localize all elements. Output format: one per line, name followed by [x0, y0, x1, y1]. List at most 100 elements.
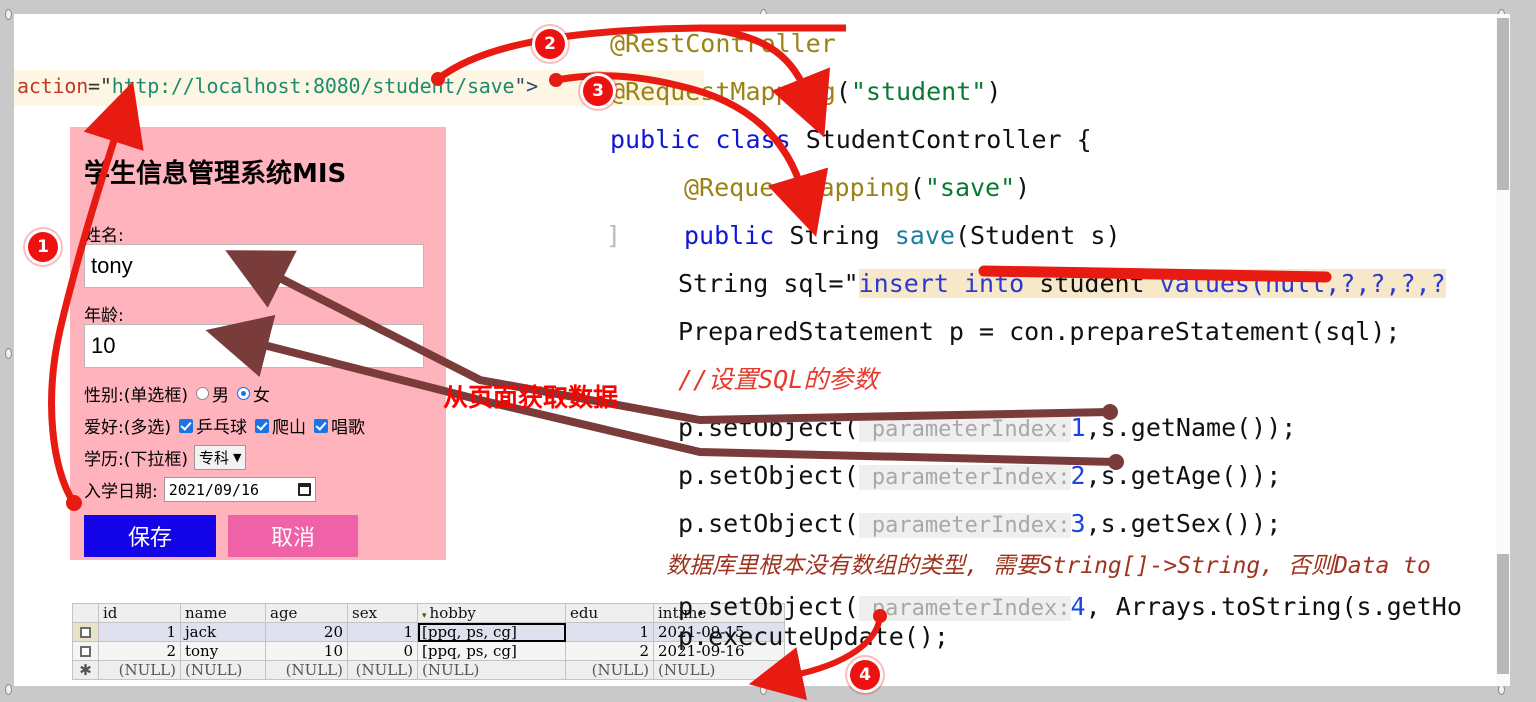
annotation-requestmapping: @RequestMapping — [610, 77, 836, 106]
action-attr-tail: "> — [514, 74, 539, 98]
sex-male-label: 男 — [212, 386, 229, 406]
mapping-path-save: "save" — [924, 173, 1016, 202]
keyword-public: public — [610, 125, 701, 154]
param-index-value: 2 — [1070, 461, 1086, 490]
row-marker[interactable] — [72, 641, 99, 661]
param-hint-parameterindex: parameterIndex: — [858, 465, 1071, 490]
code-comment-set-sql-params: //设置SQL的参数 — [678, 365, 879, 394]
arg-arrays-tostring: , Arrays.toString(s.getHo — [1085, 592, 1462, 621]
enroll-date-value: 2021/09/16 — [168, 480, 260, 499]
method-args: (Student s) — [954, 221, 1121, 250]
col-header-sex[interactable]: sex — [347, 603, 418, 623]
row-marker[interactable] — [72, 622, 99, 642]
action-url-value: http://localhost:8080/student/save — [111, 74, 515, 98]
cancel-button[interactable]: 取消 — [228, 515, 358, 557]
code-line-requestmapping-save: @RequestMapping("save") — [684, 164, 1030, 212]
date-label: 入学日期: — [84, 482, 158, 502]
sort-caret-icon: ▾ — [422, 611, 427, 621]
cell-id[interactable]: 2 — [98, 641, 181, 661]
paren-close: ) — [1015, 173, 1031, 202]
resize-handle-top-left[interactable] — [5, 9, 12, 20]
annotation-restcontroller: @RestController — [610, 29, 836, 58]
sql-table-student: student — [1024, 269, 1160, 298]
resize-handle-middle-left[interactable] — [5, 348, 12, 359]
checkbox-climbing[interactable] — [255, 418, 269, 433]
cell-id[interactable]: 1 — [98, 622, 181, 642]
radio-male[interactable] — [196, 387, 209, 400]
editor-vertical-scrollbar[interactable] — [1496, 14, 1510, 686]
col-header-rowmarker[interactable] — [72, 603, 99, 623]
col-header-age[interactable]: age — [265, 603, 348, 623]
cell-sex[interactable]: (NULL) — [347, 660, 418, 680]
param-index-value: 4 — [1070, 592, 1086, 621]
scrollbar-thumb-lower[interactable] — [1497, 554, 1509, 674]
selection-frame-bottom — [0, 686, 1536, 702]
student-form-panel: 学生信息管理系统MIS 姓名: 年龄: 性别:(单选框) 男 女 爱好:(多选)… — [70, 127, 446, 560]
scrollbar-thumb-upper[interactable] — [1497, 18, 1509, 190]
hobby-label: 爱好:(多选) — [84, 418, 171, 438]
html-action-attribute: action="http://localhost:8080/student/sa… — [17, 74, 538, 98]
age-input[interactable] — [84, 324, 424, 368]
checkbox-singing[interactable] — [314, 418, 328, 433]
sql-keyword-values: values — [1159, 269, 1250, 298]
call-setobject: p.setObject( — [678, 461, 859, 490]
enroll-date-input[interactable]: 2021/09/16 — [163, 477, 316, 502]
cell-age[interactable]: (NULL) — [265, 660, 348, 680]
checkbox-pingpong[interactable] — [179, 418, 193, 433]
cell-age[interactable]: 10 — [265, 641, 348, 661]
edu-select[interactable]: 专科 ▼ — [194, 445, 247, 470]
keyword-public: public — [684, 221, 775, 250]
edu-selected-value: 专科 — [199, 449, 230, 467]
cell-id[interactable]: (NULL) — [98, 660, 181, 680]
date-row: 入学日期: 2021/09/16 — [84, 477, 316, 502]
arg-getname: ,s.getName()); — [1085, 413, 1297, 442]
code-line-sql: String sql="insert into student values(n… — [678, 260, 1446, 308]
cell-hobby[interactable]: (NULL) — [417, 660, 566, 680]
col-header-id[interactable]: id — [98, 603, 181, 623]
chevron-down-icon: ▼ — [233, 451, 242, 464]
col-header-hobby[interactable]: ▾ hobby — [417, 603, 566, 623]
cell-hobby[interactable]: [ppq, ps, cg] — [417, 622, 566, 642]
cell-hobby[interactable]: [ppq, ps, cg] — [417, 641, 566, 661]
cell-sex[interactable]: 1 — [347, 622, 418, 642]
hobby-2-label: 爬山 — [272, 418, 306, 438]
selection-frame-right — [1510, 0, 1536, 702]
resize-handle-bottom-left[interactable] — [5, 684, 12, 695]
cell-name[interactable]: (NULL) — [180, 660, 266, 680]
sex-female-label: 女 — [253, 386, 270, 406]
action-attr-name: action — [17, 74, 89, 98]
hobby-row: 爱好:(多选) 乒乓球 爬山 唱歌 — [84, 413, 365, 438]
code-line-class-decl: public class StudentController { — [610, 116, 1092, 164]
param-index-value: 1 — [1070, 413, 1086, 442]
asterisk-icon: ✱ — [79, 661, 92, 679]
param-index-value: 3 — [1070, 509, 1086, 538]
edu-label: 学历:(下拉框) — [84, 450, 188, 470]
cell-sex[interactable]: 0 — [347, 641, 418, 661]
method-name-save: save — [894, 221, 955, 250]
cell-name[interactable]: jack — [180, 622, 266, 642]
selection-frame-top — [0, 0, 1536, 14]
class-name-studentcontroller: StudentController { — [790, 125, 1092, 154]
edu-row: 学历:(下拉框) 专科 ▼ — [84, 445, 247, 470]
code-line-executeupdate: p.executeUpdate(); — [678, 622, 949, 651]
row-select-box-icon — [80, 627, 91, 638]
radio-female[interactable] — [237, 387, 250, 400]
save-button[interactable]: 保存 — [84, 515, 216, 557]
code-line-method-save: public String save(Student s) — [684, 212, 1121, 260]
col-header-name[interactable]: name — [180, 603, 266, 623]
paren-open: ( — [909, 173, 925, 202]
code-line-requestmapping-student: @RequestMapping("student") — [610, 68, 1001, 116]
sex-label: 性别:(单选框) — [84, 386, 188, 406]
cell-name[interactable]: tony — [180, 641, 266, 661]
return-type-string: String — [774, 221, 895, 250]
col-header-hobby-label: hobby — [429, 604, 476, 622]
sql-values-list: (null,?,?,?,? — [1249, 269, 1446, 298]
code-editor[interactable]: @RestController @RequestMapping("student… — [600, 14, 1510, 686]
row-select-box-icon — [80, 646, 91, 657]
new-row-marker[interactable]: ✱ — [72, 660, 99, 680]
calendar-icon[interactable] — [297, 483, 311, 496]
arg-getage: ,s.getAge()); — [1085, 461, 1282, 490]
cell-age[interactable]: 20 — [265, 622, 348, 642]
name-input[interactable] — [84, 244, 424, 288]
hobby-3-label: 唱歌 — [331, 418, 365, 438]
